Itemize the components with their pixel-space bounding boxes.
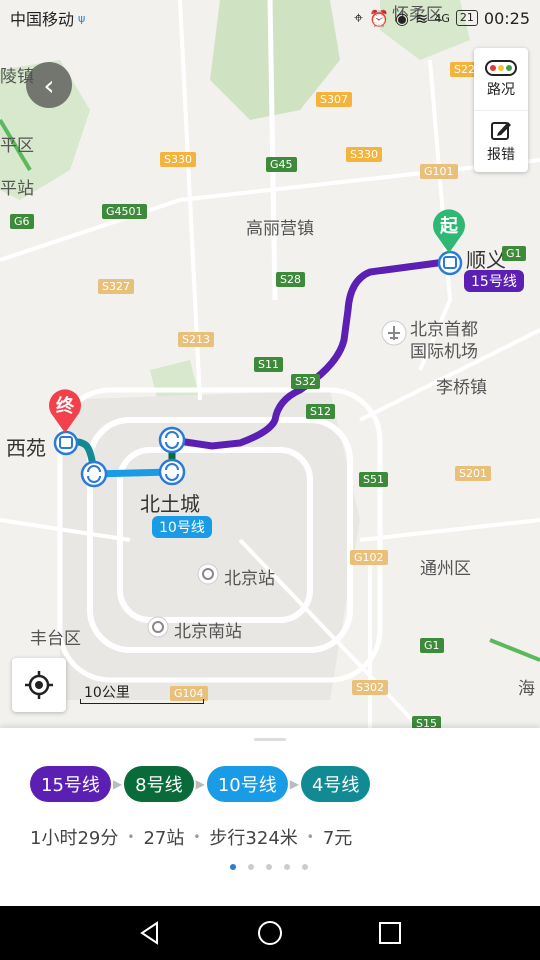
line-pill-8: 8号线 — [124, 766, 194, 802]
map-label-pingzhan: 平站 — [0, 179, 34, 199]
road-shield: G1 — [502, 246, 526, 261]
status-bar: 中国移动 ψ ⌖ ⏰ ◉ ≋ 4G 21 00:25 — [0, 0, 540, 36]
traffic-label: 路况 — [487, 81, 515, 98]
clock: 00:25 — [483, 8, 530, 28]
road-shield: S330 — [160, 152, 196, 167]
drag-handle[interactable] — [254, 738, 286, 741]
route-summary-panel[interactable]: 15号线 ▶ 8号线 ▶ 10号线 ▶ 4号线 1小时29分 • 27站 • 步… — [0, 728, 540, 906]
road-shield: S213 — [178, 332, 214, 347]
route-stats: 1小时29分 • 27站 • 步行324米 • 7元 — [30, 824, 352, 850]
page-indicator — [230, 864, 308, 870]
road-shield: G101 — [420, 164, 458, 179]
road-shield: G6 — [10, 214, 34, 229]
edit-icon — [491, 122, 511, 140]
report-label: 报错 — [487, 147, 515, 163]
map-label-haidian: 海 — [518, 679, 535, 699]
start-marker[interactable]: 起 — [430, 206, 468, 254]
map-label-shunyi: 顺义 — [466, 248, 506, 272]
map-tools-panel: 路况 报错 — [474, 48, 528, 172]
chevron-right-icon: ▶ — [195, 777, 205, 791]
chevron-right-icon: ▶ — [112, 777, 123, 791]
road-shield: S201 — [455, 466, 491, 481]
train-station-icon — [197, 563, 219, 585]
road-shield: G45 — [266, 157, 297, 172]
map-label-beitucheng: 北土城 — [140, 492, 200, 516]
route-walk: 步行324米 — [209, 828, 298, 849]
route-lines: 15号线 ▶ 8号线 ▶ 10号线 ▶ 4号线 — [30, 766, 371, 802]
system-nav-bar — [0, 906, 540, 960]
map-label-tongzhou: 通州区 — [420, 559, 471, 579]
map-label-gaoliying: 高丽营镇 — [246, 219, 314, 239]
locate-button[interactable] — [12, 658, 66, 712]
map-label-xiyuan: 西苑 — [6, 436, 46, 460]
back-button[interactable]: ‹ — [26, 62, 72, 108]
eye-icon: ◉ — [394, 8, 409, 28]
road-shield: S51 — [359, 472, 388, 487]
road-shield: S11 — [254, 357, 283, 372]
sim-icon: ψ — [78, 11, 86, 25]
urban-area — [60, 390, 360, 700]
alarm-icon: ⏰ — [369, 8, 389, 28]
line10-map-tag: 10号线 — [152, 516, 212, 538]
wifi-icon: ≋ — [414, 8, 429, 28]
train-station-icon — [147, 616, 169, 638]
map-label-beijing-south: 北京南站 — [174, 622, 242, 642]
page-dot — [266, 864, 272, 870]
road-shield: G4501 — [102, 204, 147, 219]
map-scale: 10公里 — [80, 682, 204, 704]
route-duration: 1小时29分 — [30, 828, 119, 849]
traffic-button[interactable]: 路况 — [474, 48, 528, 110]
start-station-icon — [437, 250, 463, 276]
locate-icon — [25, 671, 53, 699]
road-shield: S15 — [412, 716, 441, 728]
page-dot — [302, 864, 308, 870]
map-label-beijing-station: 北京站 — [224, 569, 275, 589]
end-marker-label: 终 — [56, 396, 74, 417]
signal-icon: 4G — [434, 11, 450, 25]
location-icon: ⌖ — [354, 8, 364, 27]
chevron-left-icon: ‹ — [43, 68, 55, 102]
end-station-icon — [53, 430, 79, 456]
scale-bar — [80, 699, 204, 704]
route-stations: 27站 — [143, 828, 185, 849]
page-dot — [230, 864, 236, 870]
start-marker-label: 起 — [440, 216, 458, 237]
road-shield: S28 — [276, 272, 305, 287]
road-shield: G1 — [420, 638, 444, 653]
line15-map-tag: 15号线 — [464, 270, 524, 292]
traffic-icon — [485, 59, 517, 76]
map-view[interactable]: 高丽营镇 顺义 北京首都 国际机场 李桥镇 西苑 北土城 北京站 北京南站 通州… — [0, 0, 540, 728]
road-shield: S327 — [98, 279, 134, 294]
page-dot — [284, 864, 290, 870]
home-icon[interactable] — [257, 920, 283, 946]
carrier-name: 中国移动 — [10, 10, 75, 29]
line-pill-4: 4号线 — [300, 766, 371, 802]
road-shield: S302 — [352, 680, 388, 695]
battery-icon: 21 — [455, 10, 478, 26]
line-pill-15: 15号线 — [30, 766, 111, 802]
chevron-right-icon: ▶ — [289, 777, 299, 791]
map-label-changping: 平区 — [0, 136, 34, 156]
map-label-airport-2: 国际机场 — [410, 342, 478, 362]
line-pill-10: 10号线 — [206, 766, 288, 802]
back-icon[interactable] — [137, 920, 163, 946]
recents-icon[interactable] — [377, 920, 403, 946]
end-marker[interactable]: 终 — [46, 386, 84, 434]
road-shield: S330 — [346, 147, 382, 162]
road-shield: S307 — [316, 92, 352, 107]
road-shield: G102 — [350, 550, 388, 565]
road-shield: S32 — [291, 374, 320, 389]
map-label-liqiao: 李桥镇 — [436, 378, 487, 398]
page-dot — [248, 864, 254, 870]
report-button[interactable]: 报错 — [474, 110, 528, 172]
road-shield: S12 — [306, 404, 335, 419]
map-label-fengtai: 丰台区 — [30, 629, 81, 649]
route-fare: 7元 — [322, 828, 353, 849]
